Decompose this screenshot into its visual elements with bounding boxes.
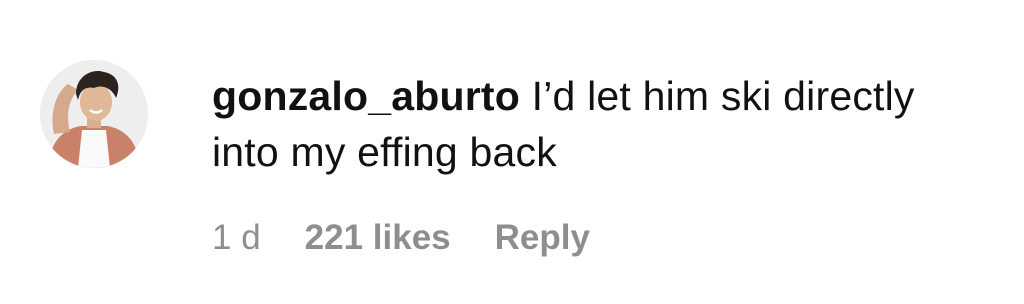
likes-count[interactable]: 221 likes (305, 218, 451, 258)
reply-button[interactable]: Reply (495, 218, 590, 258)
comment-meta: 1 d 221 likes Reply (212, 214, 590, 262)
username-link[interactable]: gonzalo_aburto (212, 73, 520, 119)
comment-timestamp: 1 d (212, 218, 261, 257)
comment-item: gonzalo_aburto I’d let him ski directly … (0, 0, 1024, 304)
comment-body: gonzalo_aburto I’d let him ski directly … (212, 68, 972, 180)
avatar[interactable] (40, 60, 148, 168)
profile-photo-icon (40, 60, 148, 168)
